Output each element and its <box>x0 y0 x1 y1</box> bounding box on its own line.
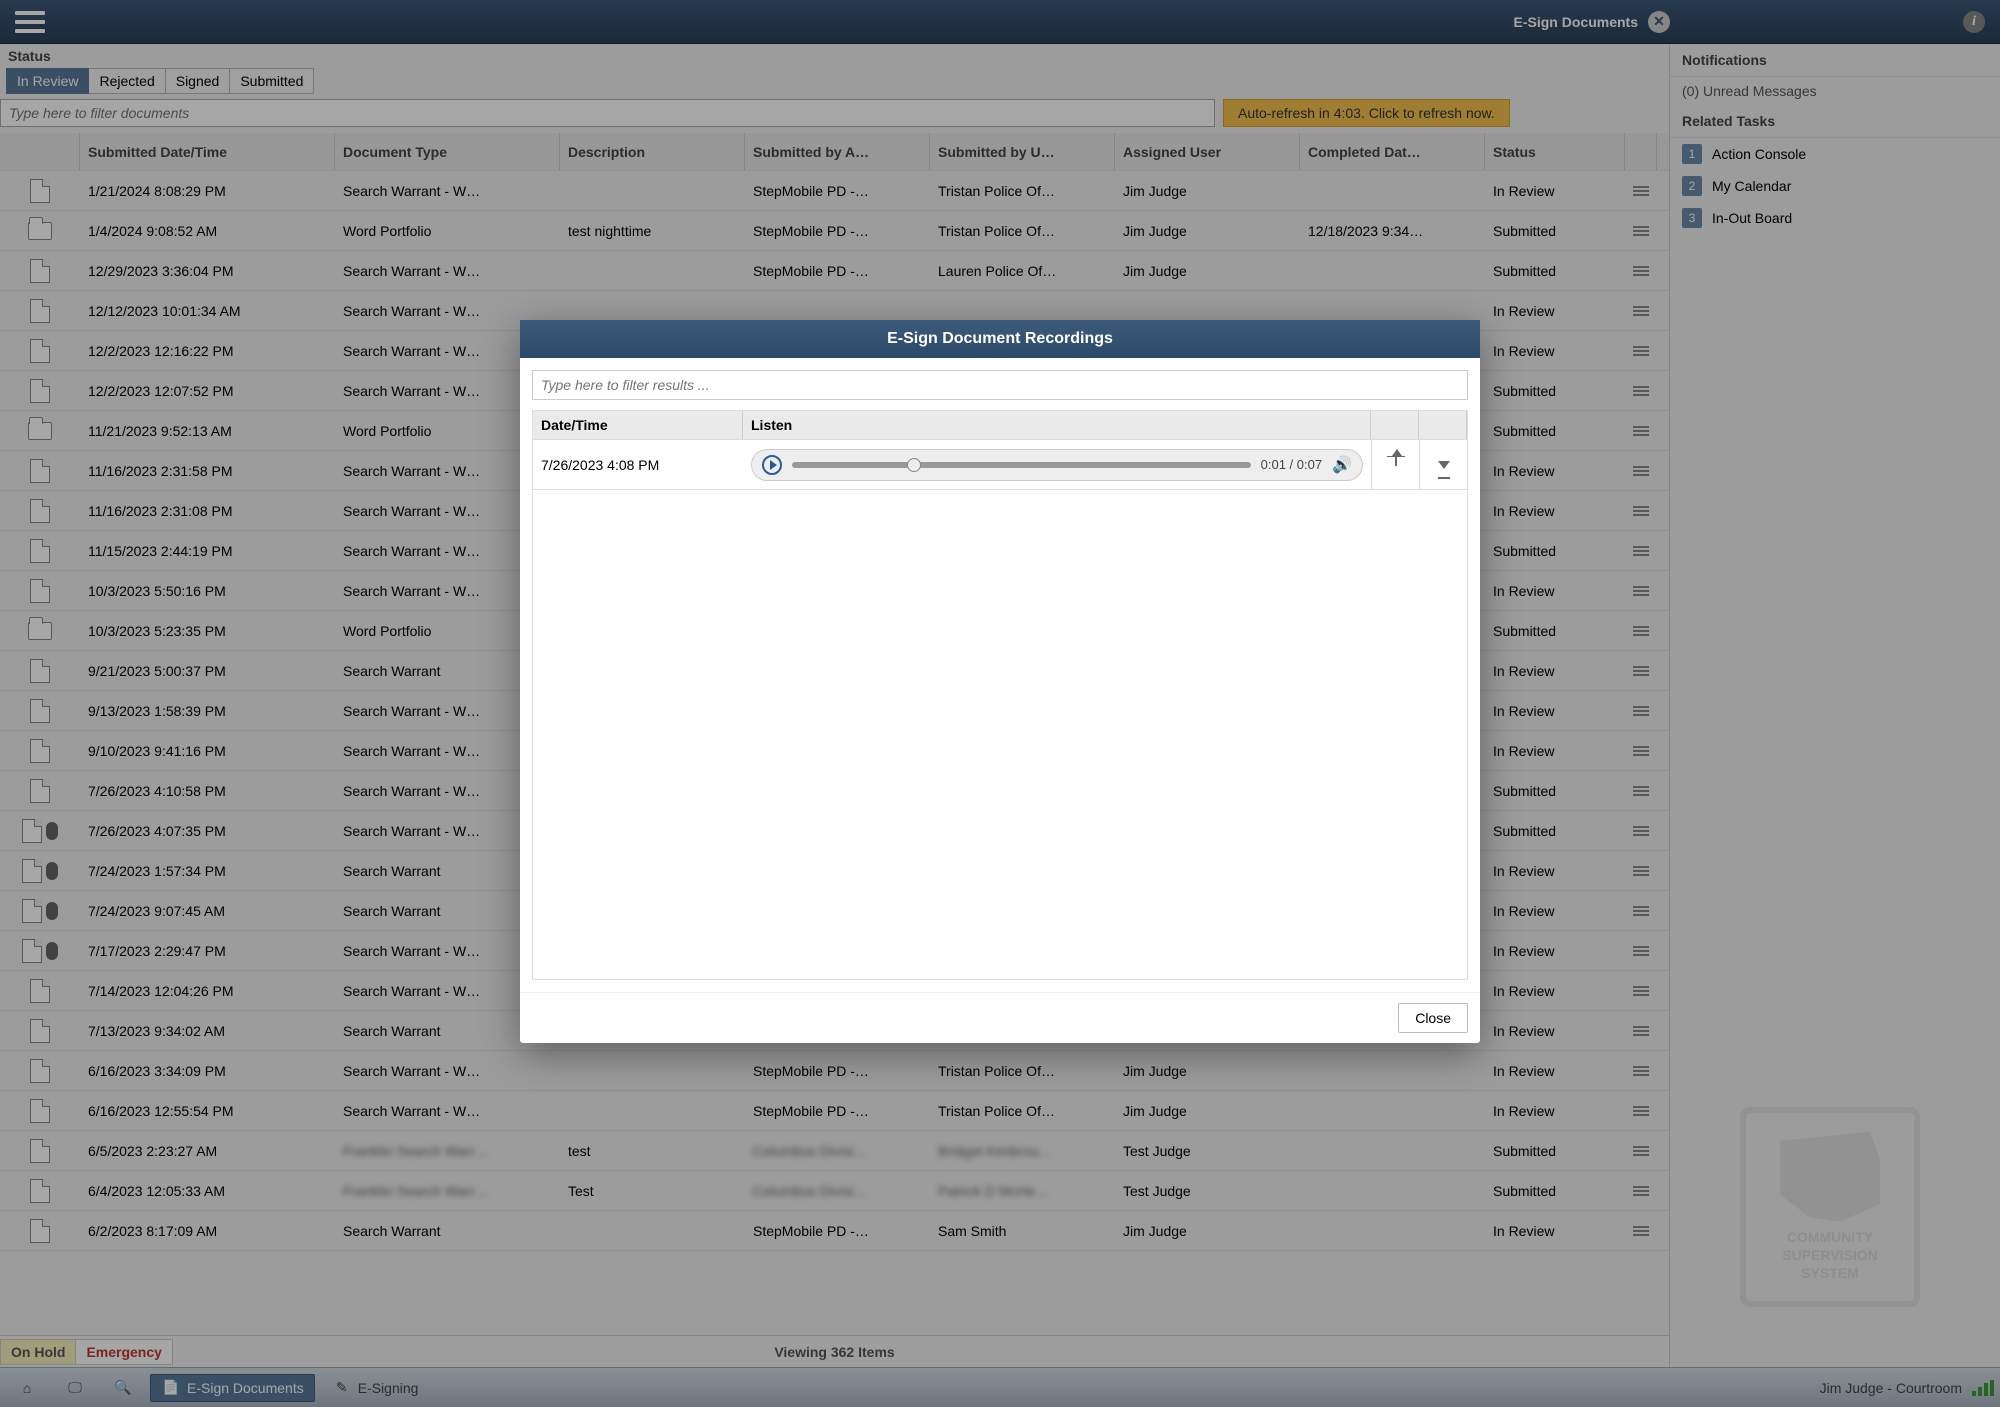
upload-button[interactable] <box>1371 440 1419 489</box>
close-button[interactable]: Close <box>1398 1003 1468 1033</box>
modal-col-listen[interactable]: Listen <box>743 411 1371 439</box>
download-icon <box>1438 461 1450 469</box>
seek-slider[interactable] <box>792 462 1251 468</box>
recordings-modal: E-Sign Document Recordings Date/Time Lis… <box>520 320 1480 1043</box>
modal-title: E-Sign Document Recordings <box>520 320 1480 358</box>
recording-row[interactable]: 7/26/2023 4:08 PM 0:01 / 0:07 🔊 <box>532 440 1468 490</box>
modal-filter-input[interactable] <box>532 370 1468 400</box>
modal-col-download <box>1419 411 1467 439</box>
volume-icon[interactable]: 🔊 <box>1332 455 1352 475</box>
modal-col-datetime[interactable]: Date/Time <box>533 411 743 439</box>
recording-datetime: 7/26/2023 4:08 PM <box>533 457 743 473</box>
playback-time: 0:01 / 0:07 <box>1261 457 1322 472</box>
download-button[interactable] <box>1419 440 1467 489</box>
play-button[interactable] <box>762 455 782 475</box>
modal-col-upload <box>1371 411 1419 439</box>
upload-icon <box>1387 456 1405 474</box>
audio-player[interactable]: 0:01 / 0:07 🔊 <box>751 449 1363 481</box>
